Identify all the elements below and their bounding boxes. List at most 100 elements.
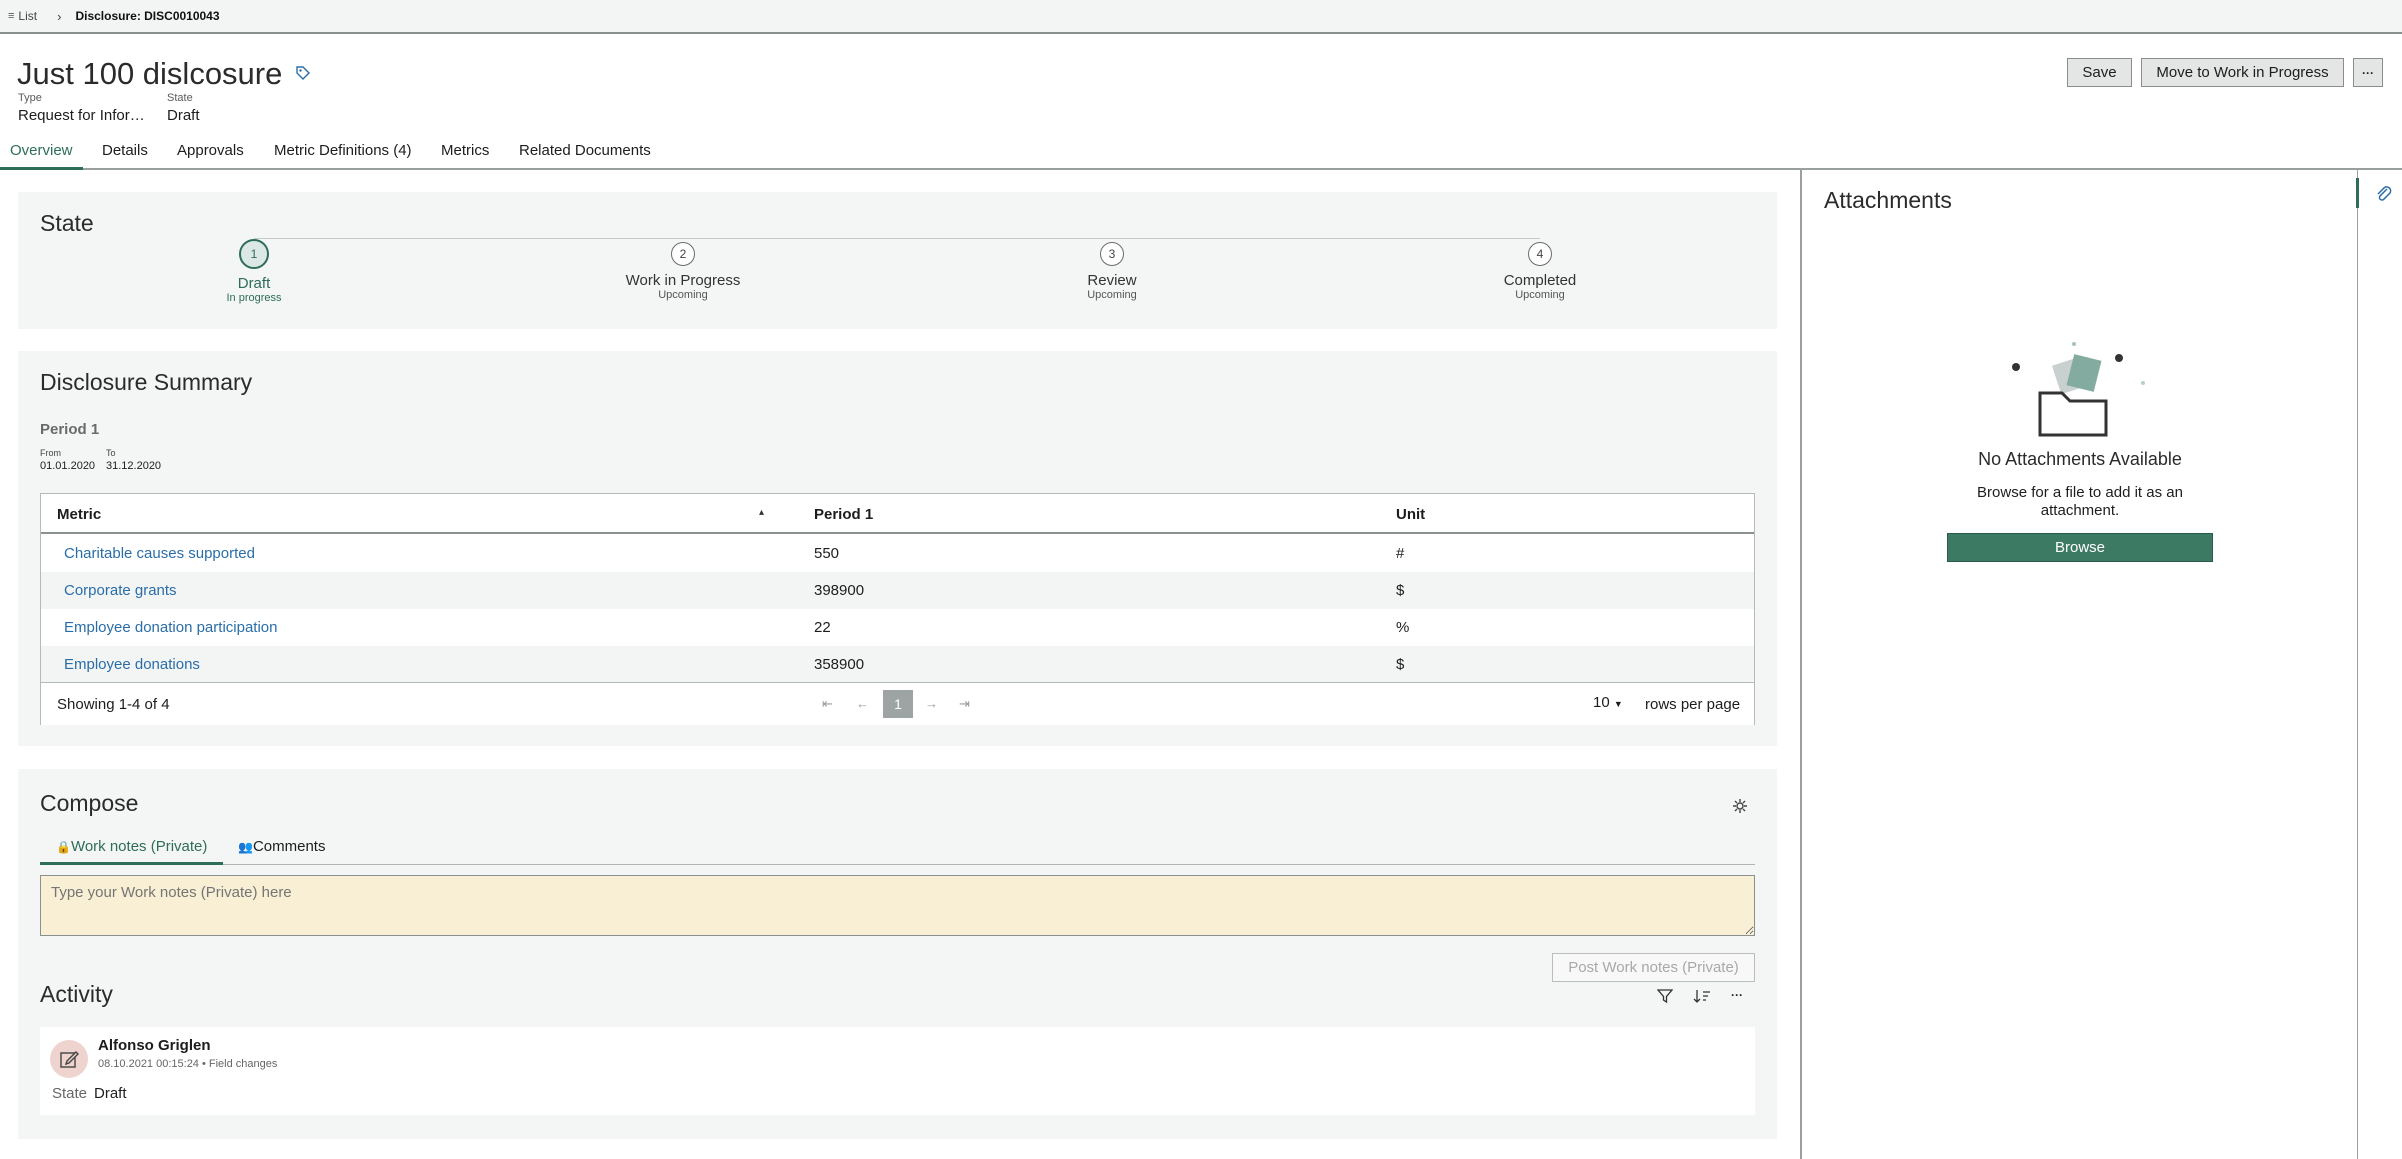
- table-row: Charitable causes supported 550 #: [41, 535, 1754, 572]
- column-header-period-1[interactable]: Period 1: [814, 506, 873, 523]
- move-to-wip-button[interactable]: Move to Work in Progress: [2141, 58, 2344, 87]
- step-number: 1: [239, 239, 269, 269]
- from-label: From: [40, 448, 61, 458]
- column-header-unit[interactable]: Unit: [1396, 506, 1425, 523]
- tab-work-notes-label: Work notes (Private): [70, 838, 208, 855]
- activity-author: Alfonso Griglen: [98, 1037, 211, 1054]
- column-header-metric[interactable]: Metric: [57, 506, 101, 523]
- sort-ascending-icon[interactable]: ▴: [759, 507, 764, 518]
- empty-folder-illustration: [2012, 342, 2145, 437]
- edit-icon: [60, 1051, 79, 1068]
- tab-comments[interactable]: 👥Comments: [238, 838, 325, 855]
- tab-related-documents[interactable]: Related Documents: [509, 142, 661, 170]
- compose-settings-icon[interactable]: [1732, 798, 1748, 814]
- unit-value: $: [1396, 656, 1405, 673]
- tab-comments-label: Comments: [252, 838, 326, 855]
- activity-meta: 08.10.2021 00:15:24 • Field changes: [98, 1058, 278, 1070]
- state-stepper-line: [254, 238, 1540, 239]
- activity-more-button[interactable]: ···: [1731, 988, 1743, 1002]
- tab-bar: Overview Details Approvals Metric Defini…: [0, 136, 2402, 170]
- summary-title: Disclosure Summary: [40, 369, 253, 395]
- unit-value: #: [1396, 545, 1405, 562]
- table-row: Employee donation participation 22 %: [41, 609, 1754, 646]
- step-status: Upcoming: [658, 289, 708, 301]
- next-page-icon[interactable]: →: [925, 696, 938, 711]
- step-status: In progress: [226, 292, 282, 304]
- type-value: Request for Infor…: [18, 107, 145, 124]
- step-name: Completed: [1503, 272, 1577, 289]
- state-field: State Draft: [167, 92, 200, 124]
- to-value: 31.12.2020: [106, 460, 162, 472]
- activity-entry: Alfonso Griglen 08.10.2021 00:15:24 • Fi…: [40, 1027, 1755, 1115]
- tab-metrics[interactable]: Metrics: [431, 142, 499, 170]
- metric-link[interactable]: Charitable causes supported: [64, 545, 255, 562]
- breadcrumb-separator: ›: [57, 8, 62, 24]
- tab-metric-definitions[interactable]: Metric Definitions (4): [264, 142, 422, 170]
- avatar: [50, 1040, 88, 1078]
- showing-count: Showing 1-4 of 4: [57, 696, 170, 713]
- tag-icon[interactable]: [294, 64, 312, 82]
- rows-per-page-select[interactable]: 10 ▼: [1593, 694, 1623, 711]
- rows-per-page-value: 10: [1593, 694, 1610, 711]
- step-review: 3 Review Upcoming: [1012, 242, 1212, 301]
- tab-approvals[interactable]: Approvals: [167, 142, 254, 170]
- activity-field-label: State: [52, 1085, 88, 1102]
- first-page-icon[interactable]: ⇤: [822, 696, 833, 712]
- activity-field-value: Draft: [94, 1085, 127, 1102]
- metric-link[interactable]: Employee donations: [64, 656, 200, 673]
- current-page-button[interactable]: 1: [883, 690, 913, 718]
- paperclip-icon[interactable]: [2374, 183, 2392, 203]
- tab-work-notes[interactable]: 🔒Work notes (Private): [56, 838, 207, 855]
- state-label: State: [167, 92, 193, 104]
- step-name: Draft: [237, 275, 271, 292]
- unit-value: %: [1396, 619, 1410, 636]
- prev-page-icon[interactable]: ←: [856, 696, 869, 711]
- tab-details[interactable]: Details: [92, 142, 158, 170]
- browse-button[interactable]: Browse: [1947, 533, 2213, 562]
- step-status: Upcoming: [1515, 289, 1565, 301]
- step-number: 4: [1528, 242, 1552, 266]
- post-work-notes-button[interactable]: Post Work notes (Private): [1552, 953, 1755, 982]
- type-label: Type: [18, 92, 42, 104]
- state-panel-title: State: [40, 210, 94, 236]
- metrics-table: Metric ▴ Period 1 Unit Charitable causes…: [40, 493, 1755, 725]
- breadcrumb-list-link[interactable]: List: [18, 9, 37, 23]
- table-row: Employee donations 358900 $: [41, 646, 1754, 683]
- more-actions-button[interactable]: ···: [2353, 58, 2383, 87]
- tab-overview[interactable]: Overview: [0, 142, 83, 170]
- period-value: 398900: [814, 582, 865, 599]
- sort-icon[interactable]: [1693, 988, 1711, 1004]
- from-value: 01.01.2020: [40, 460, 96, 472]
- rows-per-page-label: rows per page: [1645, 696, 1741, 713]
- last-page-icon[interactable]: ⇥: [959, 696, 970, 712]
- metric-link[interactable]: Corporate grants: [64, 582, 177, 599]
- to-label: To: [106, 448, 116, 458]
- filter-icon[interactable]: [1657, 988, 1673, 1004]
- table-header: Metric ▴ Period 1 Unit: [41, 494, 1754, 534]
- state-value: Draft: [167, 107, 200, 124]
- step-work-in-progress: 2 Work in Progress Upcoming: [583, 242, 783, 301]
- work-notes-input[interactable]: [40, 875, 1755, 936]
- list-icon[interactable]: ≡: [8, 10, 14, 22]
- step-draft: 1 Draft In progress: [154, 239, 354, 304]
- lock-icon: 🔒: [56, 840, 71, 854]
- breadcrumb-current: Disclosure: DISC0010043: [75, 9, 220, 23]
- attachments-divider: [1800, 170, 1802, 1159]
- period-value: 22: [814, 619, 831, 636]
- activity-title: Activity: [40, 981, 113, 1007]
- compose-title: Compose: [40, 790, 139, 816]
- page-title: Just 100 dislcosure: [17, 56, 283, 91]
- rail-divider: [2357, 170, 2358, 1159]
- table-footer: Showing 1-4 of 4 ⇤ ← 1 → ⇥ 10 ▼ rows per…: [41, 682, 1754, 725]
- metric-link[interactable]: Employee donation participation: [64, 619, 277, 636]
- step-completed: 4 Completed Upcoming: [1440, 242, 1640, 301]
- period-value: 550: [814, 545, 840, 562]
- empty-state-text-line2: attachment.: [2040, 502, 2120, 519]
- period-value: 358900: [814, 656, 865, 673]
- save-button[interactable]: Save: [2067, 58, 2132, 87]
- empty-state-text-line1: Browse for a file to add it as an: [1977, 484, 2183, 501]
- unit-value: $: [1396, 582, 1405, 599]
- empty-state-title: No Attachments Available: [1978, 449, 2182, 469]
- period-title: Period 1: [40, 421, 100, 438]
- step-name: Review: [1087, 272, 1137, 289]
